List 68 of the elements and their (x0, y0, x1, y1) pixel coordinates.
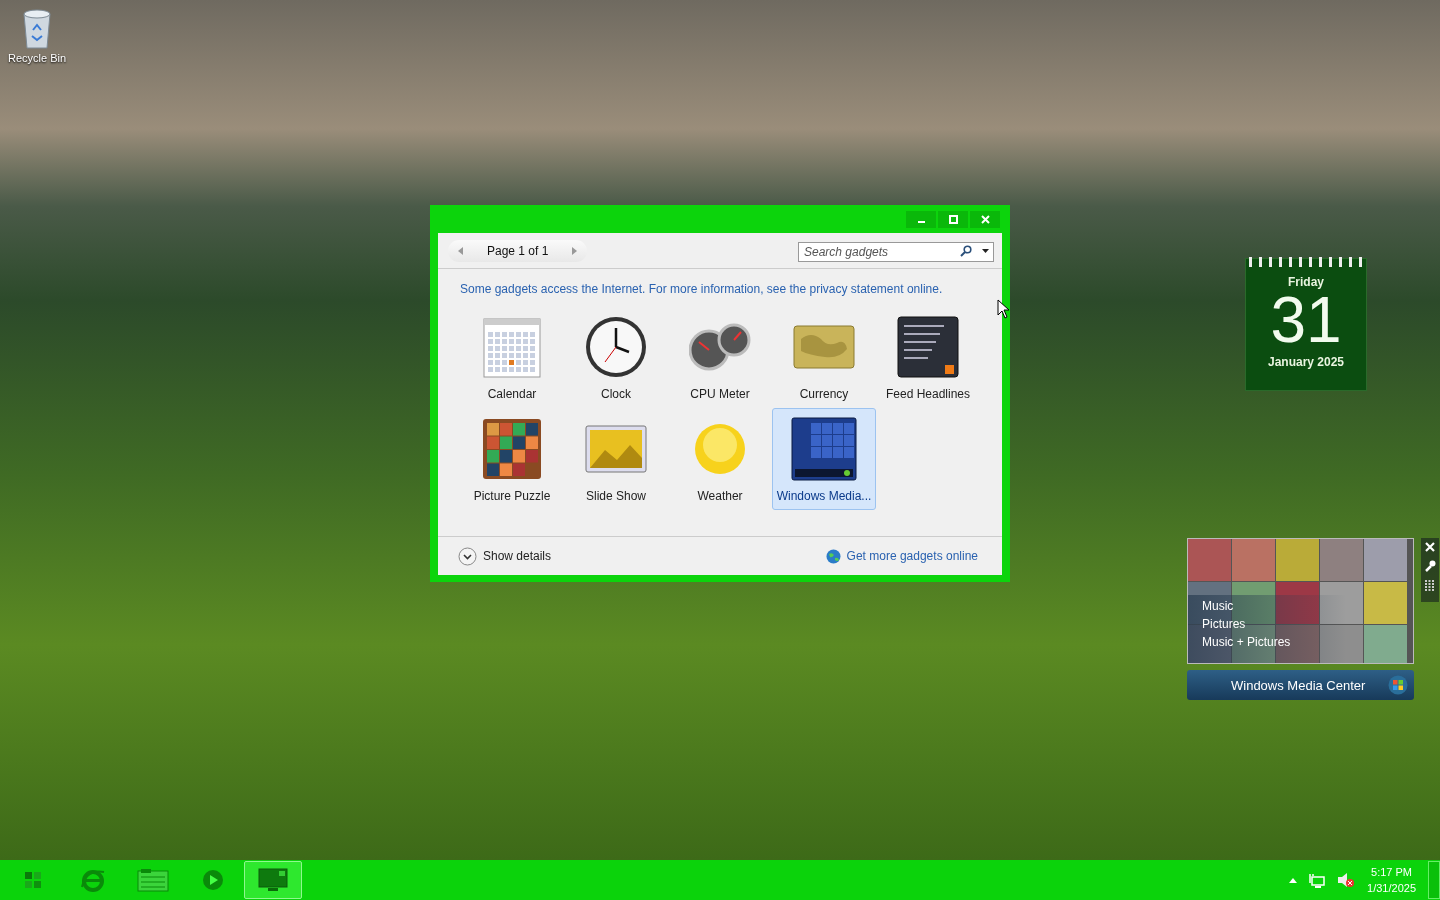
privacy-notice-link[interactable]: Some gadgets access the Internet. For more information, see the privacy statement online. (460, 282, 990, 296)
news-feed-icon (897, 316, 959, 378)
monitor-icon (257, 867, 289, 893)
media-thumbnail (1276, 539, 1319, 581)
wrench-icon[interactable] (1424, 560, 1436, 572)
show-details-button[interactable]: Show details (458, 546, 552, 566)
weekday-label: Friday (1288, 275, 1324, 289)
page-label: Page 1 of 1 (486, 243, 550, 258)
folder-icon (137, 868, 169, 892)
media-thumbnail (1364, 582, 1407, 624)
close-icon[interactable] (1425, 542, 1435, 552)
close-icon (980, 214, 990, 224)
muted-speaker-icon[interactable] (1337, 872, 1356, 888)
gadget-tile[interactable]: CPU Meter (668, 306, 772, 408)
gadget-tile[interactable]: Calendar (460, 306, 564, 408)
chevron-down-icon (458, 546, 477, 566)
media-thumbnail (1320, 625, 1363, 663)
drag-handle-icon[interactable] (1425, 580, 1435, 592)
gadget-tile[interactable]: Weather (668, 408, 772, 510)
gadget-tile[interactable]: Picture Puzzle (460, 408, 564, 510)
media-center-icon (791, 417, 857, 481)
minimize-button[interactable] (906, 210, 936, 228)
photo-frame-icon (585, 425, 647, 473)
media-thumbnail (1364, 539, 1407, 581)
media-thumbnail (1364, 625, 1407, 663)
media-thumbnail (1320, 582, 1363, 624)
sun-icon (694, 423, 746, 475)
close-button[interactable] (970, 210, 1000, 228)
recycle-bin-icon[interactable] (20, 8, 54, 50)
orb-logo-icon (1388, 675, 1408, 695)
month-year-label: January 2025 (1267, 355, 1345, 369)
maximize-icon (948, 214, 958, 224)
calendar-icon (483, 316, 541, 378)
media-menu-item[interactable]: Pictures (1202, 617, 1332, 631)
minimize-icon (917, 221, 925, 223)
media-menu-item[interactable]: Music (1202, 599, 1332, 613)
currency-card-icon (793, 325, 855, 369)
show-desktop-button[interactable] (1428, 861, 1440, 899)
media-center-title-bar[interactable]: Windows Media Center (1187, 670, 1414, 700)
play-icon (202, 869, 224, 891)
mouse-pointer-icon (997, 299, 1010, 319)
get-more-gadgets-link[interactable]: Get more gadgets online (825, 548, 978, 564)
media-thumbnail (1232, 539, 1275, 581)
media-menu-item[interactable]: Music + Pictures (1202, 635, 1332, 649)
globe-icon (825, 548, 841, 564)
search-field[interactable]: Search gadgets (798, 241, 994, 262)
gadget-tile[interactable]: Currency (772, 306, 876, 408)
previous-page-button[interactable] (456, 244, 465, 257)
gauge-icon (689, 322, 751, 372)
left-arrow-icon (458, 246, 463, 255)
day-number: 31 (1270, 289, 1342, 351)
show-hidden-icons-icon[interactable] (1289, 877, 1298, 883)
network-icon[interactable] (1309, 872, 1326, 888)
gadget-tile[interactable]: Slide Show (564, 408, 668, 510)
dropdown-arrow-icon[interactable] (982, 248, 989, 253)
tile-puzzle-icon (482, 418, 542, 480)
media-thumbnail (1320, 539, 1363, 581)
maximize-button[interactable] (938, 210, 968, 228)
gadget-tile[interactable]: Clock (564, 306, 668, 408)
gadget-tile[interactable]: Windows Media... (772, 408, 876, 510)
right-arrow-icon (572, 246, 578, 255)
taskbar-button[interactable] (244, 861, 302, 899)
search-icon (960, 244, 972, 257)
media-thumbnail (1188, 539, 1231, 581)
gadget-tile[interactable]: Feed Headlines (876, 306, 980, 408)
clock-icon (585, 316, 647, 378)
desktop-icon-label[interactable]: Recycle Bin (7, 52, 67, 64)
media-thumbnail (1276, 582, 1319, 624)
